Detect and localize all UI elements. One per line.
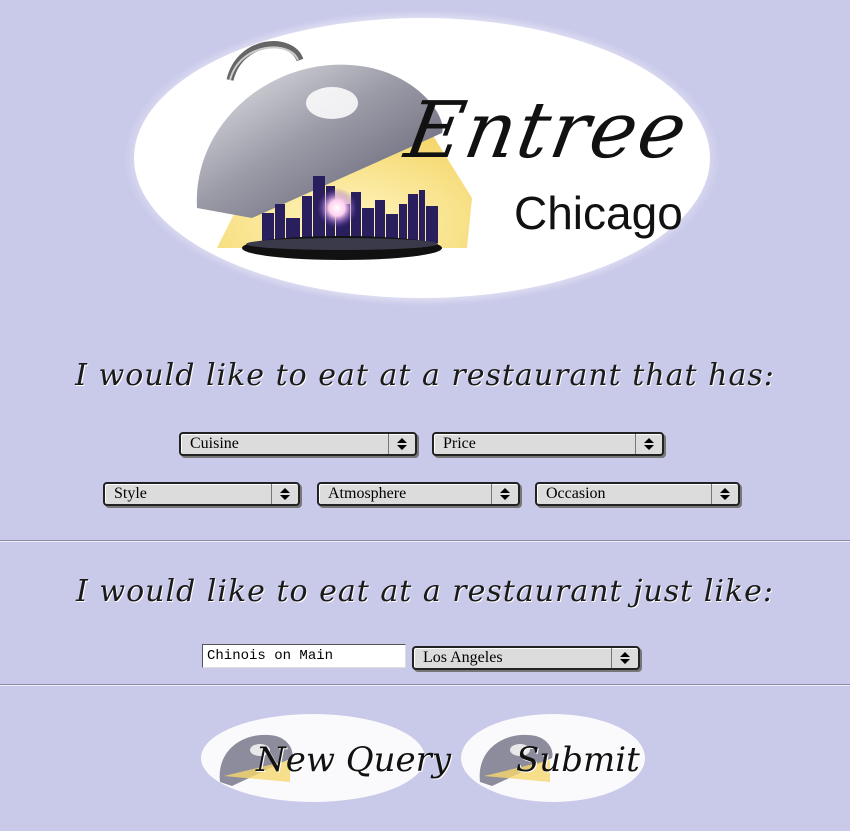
similar-prompt: I would like to eat at a restaurant just… xyxy=(76,574,774,609)
divider xyxy=(0,540,850,542)
occasion-select-label: Occasion xyxy=(546,485,606,502)
city-select[interactable]: Los Angeles xyxy=(412,646,640,670)
atmosphere-select[interactable]: Atmosphere xyxy=(317,482,520,506)
new-query-button[interactable]: New Query xyxy=(198,712,451,804)
atmosphere-select-label: Atmosphere xyxy=(328,485,407,502)
price-select-label: Price xyxy=(443,435,476,452)
new-query-label: New Query xyxy=(256,740,452,780)
up-down-arrows-icon xyxy=(491,484,518,504)
logo-title-script: Entree xyxy=(399,86,696,176)
up-down-arrows-icon xyxy=(611,648,638,668)
up-down-arrows-icon xyxy=(271,484,298,504)
logo-city-name: Chicago xyxy=(514,187,683,239)
features-prompt: I would like to eat at a restaurant that… xyxy=(75,358,775,393)
cuisine-select[interactable]: Cuisine xyxy=(179,432,417,456)
style-select-label: Style xyxy=(114,485,147,502)
up-down-arrows-icon xyxy=(711,484,738,504)
submit-label: Submit xyxy=(516,740,640,780)
divider xyxy=(0,684,850,686)
city-select-label: Los Angeles xyxy=(423,649,503,666)
style-select[interactable]: Style xyxy=(103,482,300,506)
price-select[interactable]: Price xyxy=(432,432,664,456)
restaurant-name-input[interactable] xyxy=(202,644,406,668)
submit-button[interactable]: Submit xyxy=(458,712,648,804)
up-down-arrows-icon xyxy=(388,434,415,454)
entree-chicago-logo: Entree Chicago xyxy=(122,8,722,308)
occasion-select[interactable]: Occasion xyxy=(535,482,740,506)
up-down-arrows-icon xyxy=(635,434,662,454)
cuisine-select-label: Cuisine xyxy=(190,435,239,452)
